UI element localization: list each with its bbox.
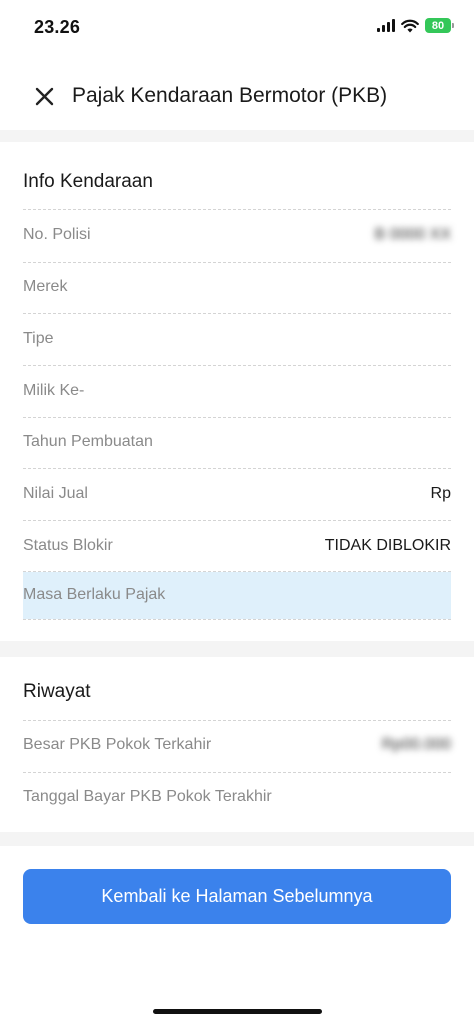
status-bar: 23.26 80 xyxy=(0,0,474,56)
status-icons: 80 xyxy=(377,18,454,33)
close-icon xyxy=(35,87,54,106)
signal-icon xyxy=(377,19,395,32)
back-button[interactable]: Kembali ke Halaman Sebelumnya xyxy=(23,869,451,924)
row-value: Rp00.000 xyxy=(381,736,451,753)
info-row-no-polisi: No. Polisi B 0000 XX xyxy=(23,210,451,262)
row-label: Status Blokir xyxy=(23,537,113,554)
info-row-masa-berlaku-pajak: Masa Berlaku Pajak xyxy=(23,572,451,619)
info-row-tahun-pembuatan: Tahun Pembuatan xyxy=(23,417,451,469)
status-blokir-value: TIDAK DIBLOKIR xyxy=(324,537,451,554)
row-label: Besar PKB Pokok Terkahir xyxy=(23,736,212,753)
row-value: Rp xyxy=(430,485,451,502)
history-row-besar-pkb: Besar PKB Pokok Terkahir Rp00.000 xyxy=(23,720,451,772)
row-label: Milik Ke- xyxy=(23,382,85,399)
row-label: No. Polisi xyxy=(23,226,91,243)
wifi-icon xyxy=(401,19,419,32)
battery-level: 80 xyxy=(425,18,451,33)
row-label: Tahun Pembuatan xyxy=(23,433,153,450)
history-section-title: Riwayat xyxy=(23,681,91,702)
home-indicator[interactable] xyxy=(153,1009,322,1014)
history-row-tanggal-bayar: Tanggal Bayar PKB Pokok Terakhir xyxy=(23,772,451,824)
close-button[interactable] xyxy=(30,82,60,112)
battery-icon: 80 xyxy=(425,18,454,33)
row-label: Tanggal Bayar PKB Pokok Terakhir xyxy=(23,788,272,805)
app-header: Pajak Kendaraan Bermotor (PKB) xyxy=(0,70,474,124)
section-divider xyxy=(0,832,474,846)
status-time: 23.26 xyxy=(34,17,81,37)
info-row-milik-ke: Milik Ke- xyxy=(23,366,451,418)
divider xyxy=(23,619,451,620)
row-label: Masa Berlaku Pajak xyxy=(23,586,166,603)
info-row-nilai-jual: Nilai Jual Rp xyxy=(23,469,451,521)
info-row-status-blokir: Status Blokir TIDAK DIBLOKIR xyxy=(23,521,451,573)
row-value: B 0000 XX xyxy=(374,226,452,243)
page-title: Pajak Kendaraan Bermotor (PKB) xyxy=(72,84,388,107)
info-row-tipe: Tipe xyxy=(23,314,451,366)
info-row-merek: Merek xyxy=(23,262,451,314)
row-label: Nilai Jual xyxy=(23,485,88,502)
section-divider xyxy=(0,641,474,657)
info-section-title: Info Kendaraan xyxy=(23,171,153,192)
section-divider xyxy=(0,130,474,142)
row-label: Merek xyxy=(23,278,68,295)
row-label: Tipe xyxy=(23,330,54,347)
